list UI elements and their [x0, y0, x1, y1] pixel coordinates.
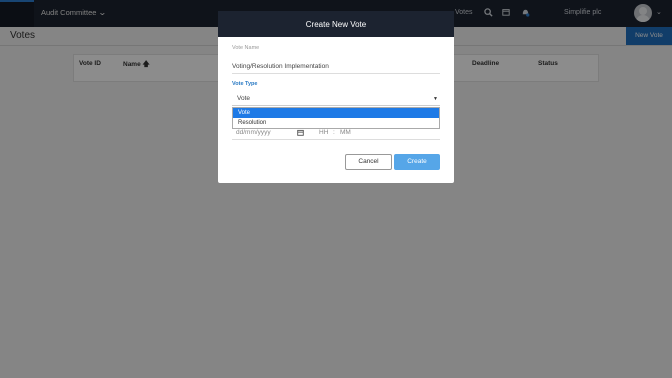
dropdown-caret-icon: ▼: [433, 96, 438, 102]
vote-type-select[interactable]: Vote ▼: [232, 93, 440, 106]
minute-input[interactable]: MM: [340, 129, 351, 136]
vote-type-option-resolution[interactable]: Resolution: [233, 118, 439, 128]
calendar-icon[interactable]: [297, 129, 304, 138]
create-button[interactable]: Create: [394, 154, 440, 170]
create-vote-modal: Create New Vote Vote Name Vote Type Vote…: [218, 11, 454, 183]
date-input[interactable]: dd/mm/yyyy: [236, 129, 271, 136]
vote-name-input[interactable]: [232, 60, 440, 74]
vote-type-options-list: Vote Resolution: [232, 107, 440, 129]
deadline-date-time-field[interactable]: dd/mm/yyyy HH : MM: [232, 128, 440, 140]
hour-input[interactable]: HH: [319, 129, 328, 136]
vote-type-label: Vote Type: [232, 81, 258, 87]
cancel-button[interactable]: Cancel: [345, 154, 392, 170]
vote-type-option-vote[interactable]: Vote: [233, 108, 439, 118]
vote-type-selected-value: Vote: [237, 95, 251, 102]
vote-name-label: Vote Name: [232, 45, 260, 51]
time-separator: :: [333, 129, 335, 136]
modal-header: Create New Vote: [218, 11, 454, 37]
modal-title: Create New Vote: [305, 20, 367, 29]
